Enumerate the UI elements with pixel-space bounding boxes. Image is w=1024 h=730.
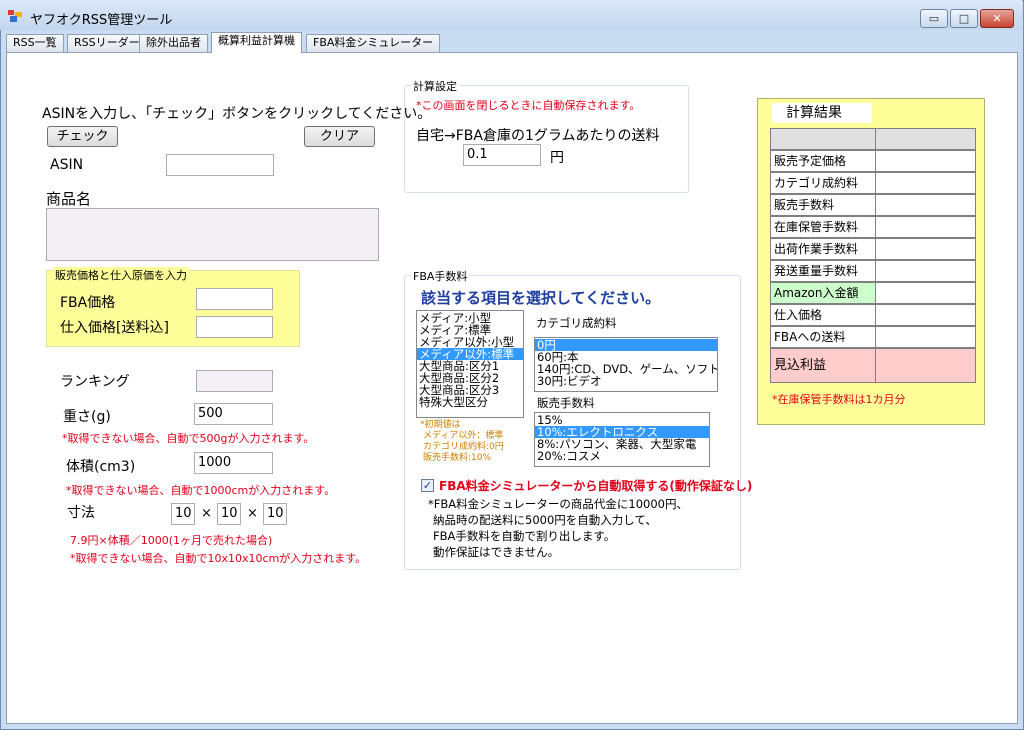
result-label: FBAへの送料 [770,326,876,348]
default-note-line: *初期値は [420,420,461,430]
weight-input[interactable]: 500 [194,403,273,425]
instruction-text: ASINを入力し、「チェック」ボタンをクリックしてください。 [42,106,432,122]
tab-rss-list[interactable]: RSS一覧 [6,34,64,52]
fba-price-label: FBA価格 [60,295,116,311]
app-icon [8,10,22,22]
check-button[interactable]: チェック [47,126,118,147]
result-label: 出荷作業手数料 [770,238,876,260]
default-note-line: カテゴリ成約料:0円 [423,442,504,452]
close-button[interactable]: ✕ [980,9,1014,28]
asin-label: ASIN [50,157,84,173]
tab-profit-calculator[interactable]: 概算利益計算機 [211,32,302,53]
result-value [875,172,976,194]
profit-value [875,348,976,383]
auto-note-line: 納品時の配送料に5000円を自動入力して、 [433,513,657,527]
fba-fee-heading: 該当する項目を選択してください。 [421,289,661,307]
weight-note: *取得できない場合、自動で500gが入力されます。 [62,432,315,445]
times-sign-1: × [201,506,212,521]
storage-fee-note: 7.9円×体積／1000(1ヶ月で売れた場合) [70,534,273,547]
result-label: Amazon入金額 [770,282,876,304]
product-name-label: 商品名 [46,190,92,208]
results-header-cell [770,128,876,150]
default-note-line: 販売手数料:10% [423,453,492,463]
maximize-button[interactable]: □ [950,9,978,28]
result-value [875,216,976,238]
result-label: 仕入価格 [770,304,876,326]
result-label: 在庫保管手数料 [770,216,876,238]
default-values-note: *初期値は メディア以外：標準 カテゴリ成約料:0円 販売手数料:10% [420,420,504,464]
sales-fee-option[interactable]: 20%:コスメ [535,450,709,462]
dimensions-label: 寸法 [67,505,95,521]
window-title: ヤフオクRSS管理ツール [30,13,173,28]
tab-excluded-sellers[interactable]: 除外出品者 [139,34,208,52]
shipping-cost-label: 自宅→FBA倉庫の1グラムあたりの送料 [416,128,660,144]
results-header-cell [875,128,976,150]
times-sign-2: × [247,506,258,521]
dimensions-note: *取得できない場合、自動で10x10x10cmが入力されます。 [70,552,367,565]
result-label: 販売予定価格 [770,150,876,172]
volume-label: 体積(cm3) [66,459,136,475]
auto-note-line: FBA手数料を自動で割り出します。 [433,529,616,543]
auto-note-line: 動作保証はできません。 [433,545,560,559]
product-name-field[interactable] [46,208,379,261]
clear-button[interactable]: クリア [304,126,375,147]
asin-input[interactable] [166,154,274,176]
dimension-3-input[interactable]: 10 [263,503,287,525]
result-value [875,260,976,282]
category-fee-list[interactable]: 0円 60円:本 140円:CD、DVD、ゲーム、ソフト 30円:ビデオ [534,337,718,392]
category-fee-option[interactable]: 30円:ビデオ [535,375,717,387]
result-value [875,326,976,348]
result-value [875,238,976,260]
default-note-line: メディア以外：標準 [423,431,504,441]
autosave-note: *この画面を閉じるときに自動保存されます。 [416,99,641,112]
minimize-icon: ▭ [928,12,940,25]
tab-fba-simulator[interactable]: FBA料金シミュレーター [306,34,441,52]
purchase-price-input[interactable] [196,316,273,338]
sales-fee-list[interactable]: 15% 10%:エレクトロニクス 8%:パソコン、楽器、大型家電 20%:コスメ [534,412,710,467]
category-fee-label: カテゴリ成約料 [536,316,617,330]
auto-note-line: *FBA料金シミュレーターの商品代金に10000円、 [428,497,688,511]
result-value [875,282,976,304]
fba-price-input[interactable] [196,288,273,310]
auto-fetch-note: *FBA料金シミュレーターの商品代金に10000円、 納品時の配送料に5000円… [428,496,688,560]
size-category-list[interactable]: メディア:小型 メディア:標準 メディア以外:小型 メディア以外:標準 大型商品… [416,310,524,418]
results-title: 計算結果 [772,103,872,123]
auto-fetch-label[interactable]: FBA料金シミュレーターから自動取得する(動作保証なし) [439,477,752,494]
price-group-title: 販売価格と仕入原価を入力 [53,267,189,283]
storage-footnote: *在庫保管手数料は1カ月分 [772,393,906,406]
checkmark-icon: ✓ [422,479,433,492]
result-value [875,150,976,172]
volume-note: *取得できない場合、自動で1000cmが入力されます。 [66,484,336,497]
profit-label: 見込利益 [770,348,876,383]
dimension-1-input[interactable]: 10 [171,503,195,525]
tab-rss-reader[interactable]: RSSリーダー [67,34,147,52]
sales-fee-label: 販売手数料 [537,396,595,410]
result-label: 販売手数料 [770,194,876,216]
result-value [875,304,976,326]
fba-fee-title: FBA手数料 [411,268,470,284]
maximize-icon: □ [958,12,970,25]
yen-unit: 円 [550,150,564,166]
result-value [875,194,976,216]
calc-settings-title: 計算設定 [411,78,459,94]
auto-fetch-checkbox[interactable]: ✓ [421,479,434,492]
minimize-button[interactable]: ▭ [920,9,948,28]
result-label: カテゴリ成約料 [770,172,876,194]
tab-strip: RSS一覧 RSSリーダー 除外出品者 概算利益計算機 FBA料金シミュレーター [6,32,1018,53]
close-icon: ✕ [992,12,1002,25]
shipping-cost-input[interactable]: 0.1 [463,144,541,166]
ranking-label: ランキング [60,374,130,390]
result-label: 発送重量手数料 [770,260,876,282]
dimension-2-input[interactable]: 10 [217,503,241,525]
purchase-price-label: 仕入価格[送料込] [60,320,169,336]
volume-input[interactable]: 1000 [194,452,273,474]
size-option[interactable]: 特殊大型区分 [417,396,523,408]
weight-label: 重さ(g) [63,409,111,425]
ranking-field [196,370,273,392]
